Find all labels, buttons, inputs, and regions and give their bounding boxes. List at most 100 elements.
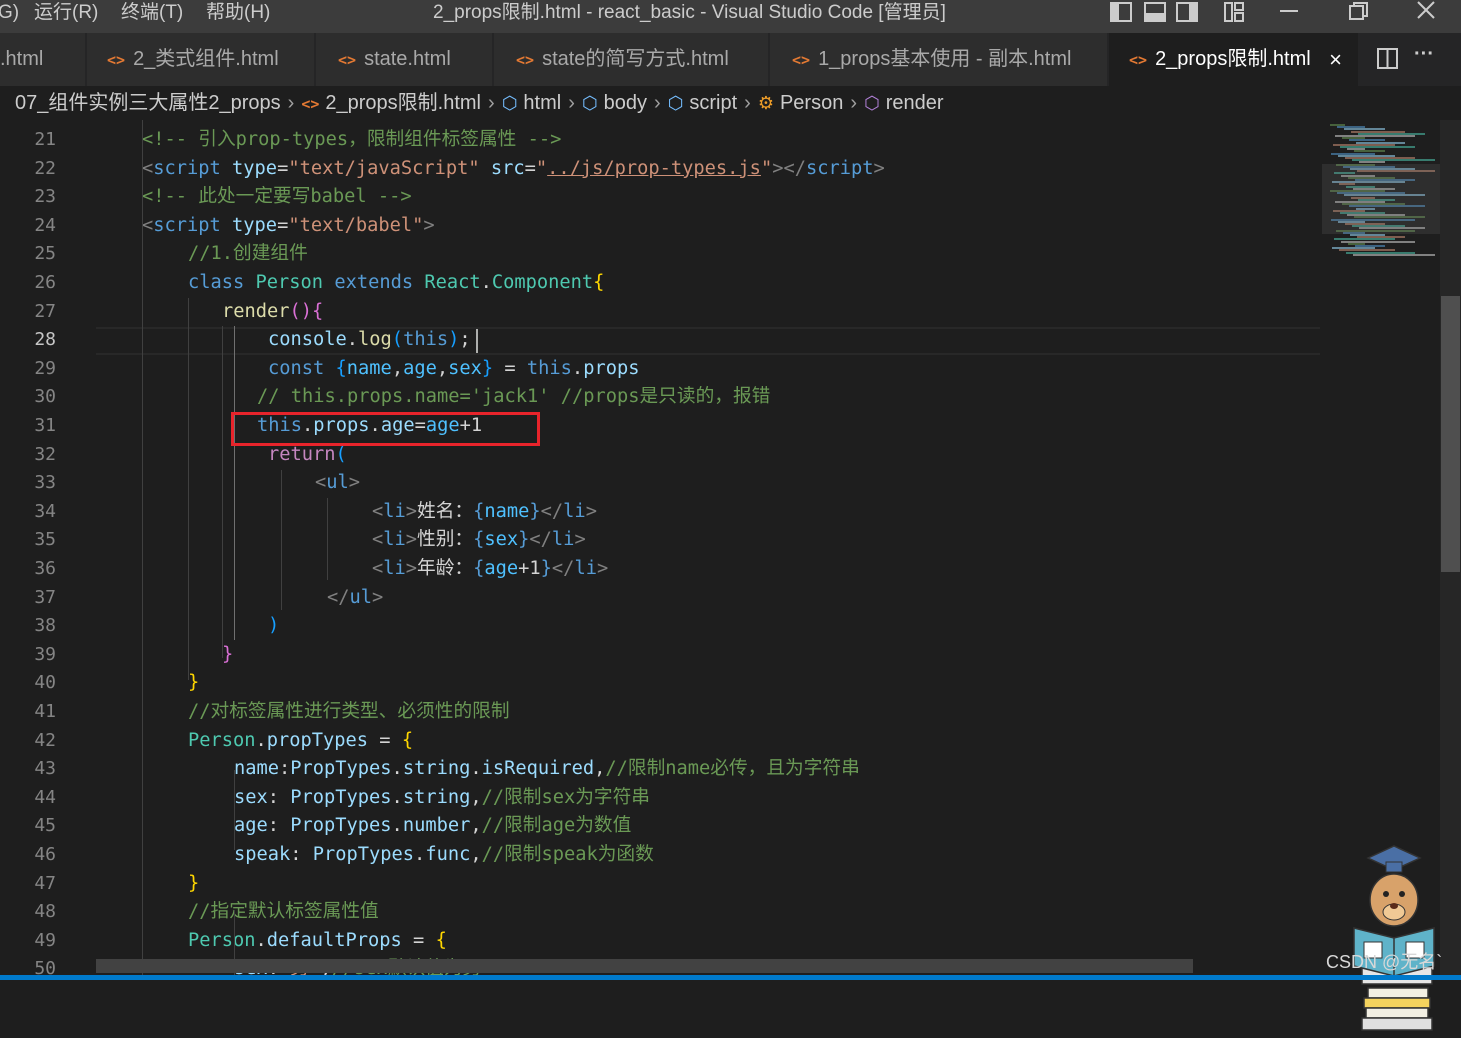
code-line[interactable]: 39}	[0, 641, 1320, 670]
breadcrumb-file[interactable]: <> 2_props限制.html	[301, 86, 481, 121]
menu-help[interactable]: 帮助(H)	[206, 0, 270, 33]
menu-partial[interactable]: G)	[0, 0, 19, 33]
code-token: {	[435, 929, 447, 951]
line-number: 34	[34, 500, 56, 522]
minimize-icon[interactable]	[1270, 0, 1310, 28]
code-token: .	[571, 357, 584, 379]
code-line[interactable]: 41 //对标签属性进行类型、必须性的限制	[0, 698, 1320, 727]
line-number: 39	[34, 643, 56, 665]
tab-html-partial[interactable]: .html	[0, 33, 86, 86]
code-line[interactable]: 48 //指定默认标签属性值	[0, 898, 1320, 927]
breadcrumb: 07_组件实例三大属性2_props › <> 2_props限制.html › ⬡ htm…	[0, 86, 1461, 120]
code-line[interactable]: 38)	[0, 612, 1320, 641]
line-number: 32	[34, 443, 56, 465]
code-line[interactable]: 21 <!-- 引入prop-types，限制组件标签属性 -->	[0, 126, 1320, 155]
code-line[interactable]: 23 <!-- 此处一定要写babel -->	[0, 183, 1320, 212]
code-line[interactable]: 25 //1.创建组件	[0, 240, 1320, 269]
reading-dog-mascot-image	[1353, 845, 1435, 1031]
code-token: =	[277, 157, 289, 179]
menu-run[interactable]: 运行(R)	[34, 0, 98, 33]
code-line[interactable]: 36 <li>年龄：{age+1}</li>	[0, 555, 1320, 584]
tab-props-basic-copy[interactable]: <> 1_props基本使用 - 副本.html	[770, 33, 1108, 86]
code-line[interactable]: 30 // this.props.name='jack1' //props是只读的…	[0, 383, 1320, 412]
line-code: Person.propTypes = {	[188, 727, 413, 756]
close-tab-icon[interactable]: ×	[1329, 33, 1342, 86]
code-token: .	[391, 758, 403, 780]
line-number: 31	[34, 415, 56, 436]
code-line[interactable]: 22 <script type="text/javaScript" src="..…	[0, 155, 1320, 184]
code-line[interactable]: 26 class Person extends React.Component{	[0, 269, 1320, 298]
breadcrumb-folder[interactable]: 07_组件实例三大属性2_props	[15, 86, 281, 120]
code-token: }	[188, 872, 200, 894]
code-token: >	[596, 558, 609, 579]
code-token: ,	[594, 758, 606, 780]
title-bar: G) 运行(R) 终端(T) 帮助(H) 2_props限制.html - re…	[0, 0, 1461, 33]
tab-props-limit[interactable]: <> 2_props限制.html ×	[1109, 33, 1359, 86]
horizontal-scrollbar-thumb[interactable]	[96, 959, 1193, 973]
line-number: 30	[34, 386, 56, 408]
chevron-right-icon: ›	[744, 92, 751, 114]
code-line[interactable]: 28 console.log(this);	[0, 326, 1320, 355]
code-token: string	[402, 786, 471, 808]
code-line[interactable]: 27 render(){	[0, 298, 1320, 327]
line-code: <ul>	[315, 469, 360, 498]
code-line[interactable]: 34 <li>姓名：{name}</li>	[0, 498, 1320, 527]
code-line[interactable]: 45 age: PropTypes.number,//限制age为数值	[0, 812, 1320, 841]
code-line[interactable]: 33 <ul>	[0, 469, 1320, 498]
symbol-method-icon: ⬡	[864, 93, 880, 113]
code-token: .	[414, 844, 426, 865]
code-token: defaultProps	[266, 929, 402, 951]
toggle-secondary-sidebar-icon[interactable]	[1174, 0, 1214, 28]
tab-state-shorthand[interactable]: <> state的简写方式.html	[494, 33, 769, 86]
code-line[interactable]: 24 <script type="text/babel">	[0, 212, 1320, 241]
line-number: 46	[34, 844, 56, 865]
code-line[interactable]: 47}	[0, 870, 1320, 899]
code-editor[interactable]: 21 <!-- 引入prop-types，限制组件标签属性 --> 22 <scrip…	[0, 120, 1461, 1031]
chevron-right-icon: ›	[568, 92, 575, 114]
tab-label: .html	[0, 48, 44, 70]
minimap-viewport[interactable]	[1322, 164, 1440, 234]
code-token: PropTypes	[290, 758, 392, 780]
line-code: }	[188, 669, 199, 698]
code-token: {	[335, 357, 347, 379]
code-token: //限制speak为函数	[481, 844, 654, 865]
code-line[interactable]: 49 Person.defaultProps = {	[0, 927, 1320, 956]
code-line[interactable]: 35 <li>性别：{sex}</li>	[0, 526, 1320, 555]
tab-label: state的简写方式.html	[542, 48, 729, 70]
breadcrumb-script[interactable]: ⬡ script	[668, 86, 738, 120]
menu-terminal[interactable]: 终端(T)	[121, 0, 183, 33]
close-window-icon[interactable]	[1408, 0, 1448, 28]
customize-layout-icon[interactable]	[1222, 0, 1262, 28]
code-line[interactable]: 40}	[0, 669, 1320, 698]
breadcrumb-person[interactable]: ⚙ Person	[758, 86, 844, 120]
code-line[interactable]: 42 Person.propTypes = {	[0, 727, 1320, 756]
restore-icon[interactable]	[1340, 0, 1380, 28]
tab-state[interactable]: <> state.html	[316, 33, 493, 86]
code-token: Component	[491, 272, 594, 293]
code-line[interactable]: 46 speak: PropTypes.func,//限制speak为函数	[0, 841, 1320, 870]
code-token: =	[524, 157, 536, 179]
code-line[interactable]: 44 sex: PropTypes.string,//限制sex为字符串	[0, 784, 1320, 813]
code-line[interactable]: 43 name:PropTypes.string.isRequired,//限制n…	[0, 755, 1320, 784]
chevron-right-icon: ›	[488, 92, 495, 114]
vertical-scrollbar-thumb[interactable]	[1441, 296, 1460, 572]
more-actions-icon[interactable]: ···	[1414, 43, 1434, 66]
code-line[interactable]: 32 return(	[0, 441, 1320, 470]
line-number: 28	[34, 329, 56, 351]
breadcrumb-html[interactable]: ⬡ html	[502, 86, 562, 120]
code-line[interactable]: 31 this.props.age=age+1	[0, 412, 1320, 441]
breadcrumb-label: html	[523, 92, 562, 114]
split-editor-icon[interactable]	[1376, 47, 1400, 76]
breadcrumb-render[interactable]: ⬡ render	[864, 86, 944, 120]
code-token: Person	[255, 272, 324, 293]
line-number: 43	[34, 758, 56, 780]
code-line[interactable]: 37 </ul>	[0, 584, 1320, 613]
code-token: type	[232, 157, 278, 179]
line-code: <!-- 此处一定要写babel -->	[142, 183, 412, 212]
breadcrumb-body[interactable]: ⬡ body	[582, 86, 647, 120]
code-token: li	[551, 529, 575, 551]
tab-class-component[interactable]: <> 2_类式组件.html	[87, 33, 315, 86]
code-line[interactable]: 29 const {name,age,sex} = this.props	[0, 355, 1320, 384]
code-token: name	[234, 758, 280, 780]
